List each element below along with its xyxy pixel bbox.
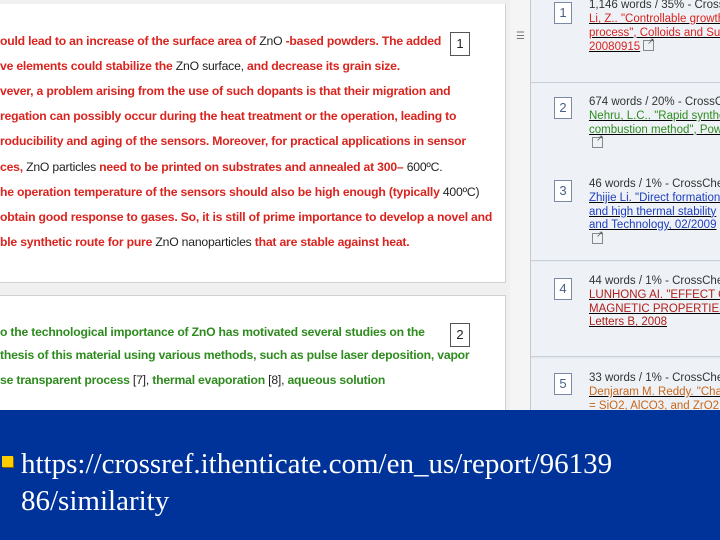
- document-viewer[interactable]: ould lead to an increase of the surface …: [0, 0, 510, 417]
- text-segment: ZnO nanoparticles: [155, 235, 255, 249]
- match-source-link[interactable]: Li, Z.. "Controllable growth process", C…: [589, 13, 720, 55]
- text-segment: need to be printed on substrates and ann…: [99, 160, 407, 174]
- text-segment: regation can possibly occur during the h…: [0, 109, 457, 123]
- bullet-square-icon: [2, 456, 13, 467]
- text-segment: 600ºC.: [406, 160, 443, 174]
- text-segment: he operation temperature of the sensors …: [0, 185, 443, 199]
- document-text-line: ble synthetic route for pure ZnO nanopar…: [0, 235, 410, 249]
- text-segment: ble synthetic route for pure: [0, 235, 156, 249]
- match-item[interactable]: 4 44 words / 1% - CrossChe LUNHONG AI. "…: [531, 262, 720, 357]
- match-source-link[interactable]: Zhijie Li. "Direct formation and high th…: [589, 192, 720, 247]
- match-number[interactable]: 4: [554, 278, 572, 300]
- pane-splitter[interactable]: [510, 0, 531, 410]
- match-number[interactable]: 5: [554, 373, 572, 395]
- external-link-icon[interactable]: [592, 132, 604, 148]
- text-segment: o the technological importance of ZnO ha…: [0, 325, 425, 339]
- text-segment: ould lead to an increase of the surface …: [0, 34, 260, 48]
- text-segment: [7],: [132, 373, 153, 387]
- match-source-link[interactable]: LUNHONG AI. "EFFECT O MAGNETIC PROPERTIE…: [589, 289, 720, 330]
- document-block-2[interactable]: o the technological importance of ZnO ha…: [0, 295, 506, 417]
- document-text-line: regation can possibly occur during the h…: [0, 109, 456, 123]
- match-meta: 1,146 words / 35% - Cross: [589, 0, 720, 11]
- match-ref-box-2[interactable]: 2: [450, 323, 470, 347]
- document-text-line: ces, ZnO particles need to be printed on…: [0, 160, 443, 174]
- document-text-line: se transparent process [7], thermal evap…: [0, 373, 385, 387]
- document-text-line: thesis of this material using various me…: [0, 348, 470, 362]
- report-url[interactable]: https://crossref.ithenticate.com/en_us/r…: [21, 446, 720, 520]
- text-segment: -based powders. The added: [285, 34, 442, 48]
- match-source-link[interactable]: Nehru, L.C.. "Rapid synthe combustion me…: [589, 110, 720, 152]
- text-segment: that are stable against heat.: [254, 235, 410, 249]
- document-text-line: ould lead to an increase of the surface …: [0, 34, 441, 48]
- match-meta: 44 words / 1% - CrossChe: [589, 275, 720, 287]
- text-segment: ve elements could stabilize the: [0, 59, 176, 73]
- match-item[interactable]: 1 1,146 words / 35% - Cross Li, Z.. "Con…: [531, 0, 720, 83]
- text-segment: 400ºC): [442, 185, 480, 199]
- match-overview-panel[interactable]: 1 1,146 words / 35% - Cross Li, Z.. "Con…: [531, 0, 720, 453]
- text-segment: ces,: [0, 160, 27, 174]
- text-segment: se transparent process: [0, 373, 133, 387]
- match-item[interactable]: 3 46 words / 1% - CrossChe Zhijie Li. "D…: [531, 166, 720, 261]
- text-segment: roducibility and aging of the sensors. M…: [0, 134, 466, 148]
- text-segment: ZnO surface,: [175, 59, 248, 73]
- text-segment: ZnO: [259, 34, 286, 48]
- match-meta: 33 words / 1% - CrossChe: [589, 372, 720, 384]
- document-text-line: vever, a problem arising from the use of…: [0, 84, 451, 98]
- document-text-line: ve elements could stabilize the ZnO surf…: [0, 59, 400, 73]
- text-segment: vever, a problem arising from the use of…: [0, 84, 451, 98]
- menu-lines-icon[interactable]: ☰: [516, 32, 526, 42]
- match-ref-box-1[interactable]: 1: [450, 32, 470, 56]
- document-text-line: o the technological importance of ZnO ha…: [0, 325, 425, 339]
- slide-caption-banner: https://crossref.ithenticate.com/en_us/r…: [0, 410, 720, 540]
- document-text-line: obtain good response to gases. So, it is…: [0, 210, 492, 224]
- match-number[interactable]: 1: [554, 2, 572, 24]
- external-link-icon[interactable]: [643, 35, 655, 51]
- match-meta: 46 words / 1% - CrossChe: [589, 178, 720, 190]
- text-segment: obtain good response to gases. So, it is…: [0, 210, 493, 224]
- document-text-line: he operation temperature of the sensors …: [0, 185, 480, 199]
- external-link-icon[interactable]: [592, 228, 604, 244]
- match-number[interactable]: 3: [554, 180, 572, 202]
- text-segment: aqueous solution: [287, 373, 386, 387]
- document-block-1[interactable]: ould lead to an increase of the surface …: [0, 4, 506, 283]
- document-text-line: roducibility and aging of the sensors. M…: [0, 134, 466, 148]
- text-segment: ZnO particles: [26, 160, 100, 174]
- match-item[interactable]: 2 674 words / 20% - CrossC Nehru, L.C.. …: [531, 83, 720, 178]
- text-segment: [8],: [268, 373, 288, 387]
- text-segment: thesis of this material using various me…: [0, 348, 470, 362]
- match-meta: 674 words / 20% - CrossC: [589, 96, 720, 108]
- match-number[interactable]: 2: [554, 97, 572, 119]
- match-source-link[interactable]: Denjaram M. Reddy. "Cha = SiO2, AlCO3, a…: [589, 386, 720, 413]
- text-segment: thermal evaporation: [152, 373, 269, 387]
- text-segment: and decrease its grain size.: [247, 59, 400, 73]
